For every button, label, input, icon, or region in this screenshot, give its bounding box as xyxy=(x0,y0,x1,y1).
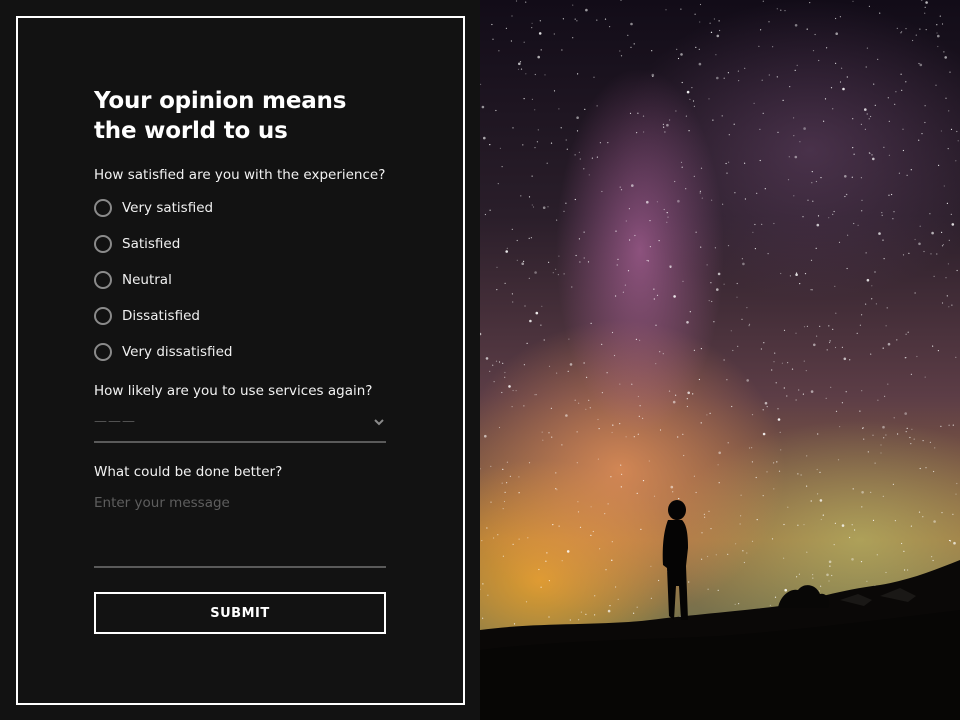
improvement-question: What could be done better? xyxy=(94,464,283,480)
survey-page: Your opinion means the world to us How s… xyxy=(0,0,960,720)
reuse-question: How likely are you to use services again… xyxy=(94,383,373,399)
satisfaction-question: How satisfied are you with the experienc… xyxy=(94,167,386,183)
milky-way-image xyxy=(480,0,960,720)
option-neutral[interactable]: Neutral xyxy=(94,270,386,306)
radio-unchecked-icon[interactable] xyxy=(94,343,112,361)
chevron-down-icon[interactable] xyxy=(374,417,384,427)
page-title: Your opinion means the world to us xyxy=(94,86,394,146)
option-dissatisfied[interactable]: Dissatisfied xyxy=(94,306,386,342)
option-label: Satisfied xyxy=(122,236,181,252)
message-field-wrapper xyxy=(94,492,386,568)
select-value: ——— xyxy=(94,414,136,429)
option-very-satisfied[interactable]: Very satisfied xyxy=(94,198,386,234)
message-input[interactable] xyxy=(94,492,386,566)
person-silhouette xyxy=(662,500,688,620)
option-very-dissatisfied[interactable]: Very dissatisfied xyxy=(94,342,386,378)
reuse-likelihood-select[interactable]: ——— xyxy=(94,411,386,443)
satisfaction-options: Very satisfied Satisfied Neutral Dissati… xyxy=(94,198,386,378)
radio-unchecked-icon[interactable] xyxy=(94,235,112,253)
radio-unchecked-icon[interactable] xyxy=(94,271,112,289)
radio-unchecked-icon[interactable] xyxy=(94,199,112,217)
landscape-silhouette xyxy=(480,500,960,720)
option-label: Very satisfied xyxy=(122,200,214,216)
option-satisfied[interactable]: Satisfied xyxy=(94,234,386,270)
form-panel: Your opinion means the world to us How s… xyxy=(0,0,480,720)
option-label: Dissatisfied xyxy=(122,308,200,324)
option-label: Neutral xyxy=(122,272,172,288)
option-label: Very dissatisfied xyxy=(122,344,233,360)
title-line-2: the world to us xyxy=(94,118,288,144)
submit-button[interactable]: SUBMIT xyxy=(94,592,386,634)
title-line-1: Your opinion means xyxy=(94,88,347,114)
radio-unchecked-icon[interactable] xyxy=(94,307,112,325)
